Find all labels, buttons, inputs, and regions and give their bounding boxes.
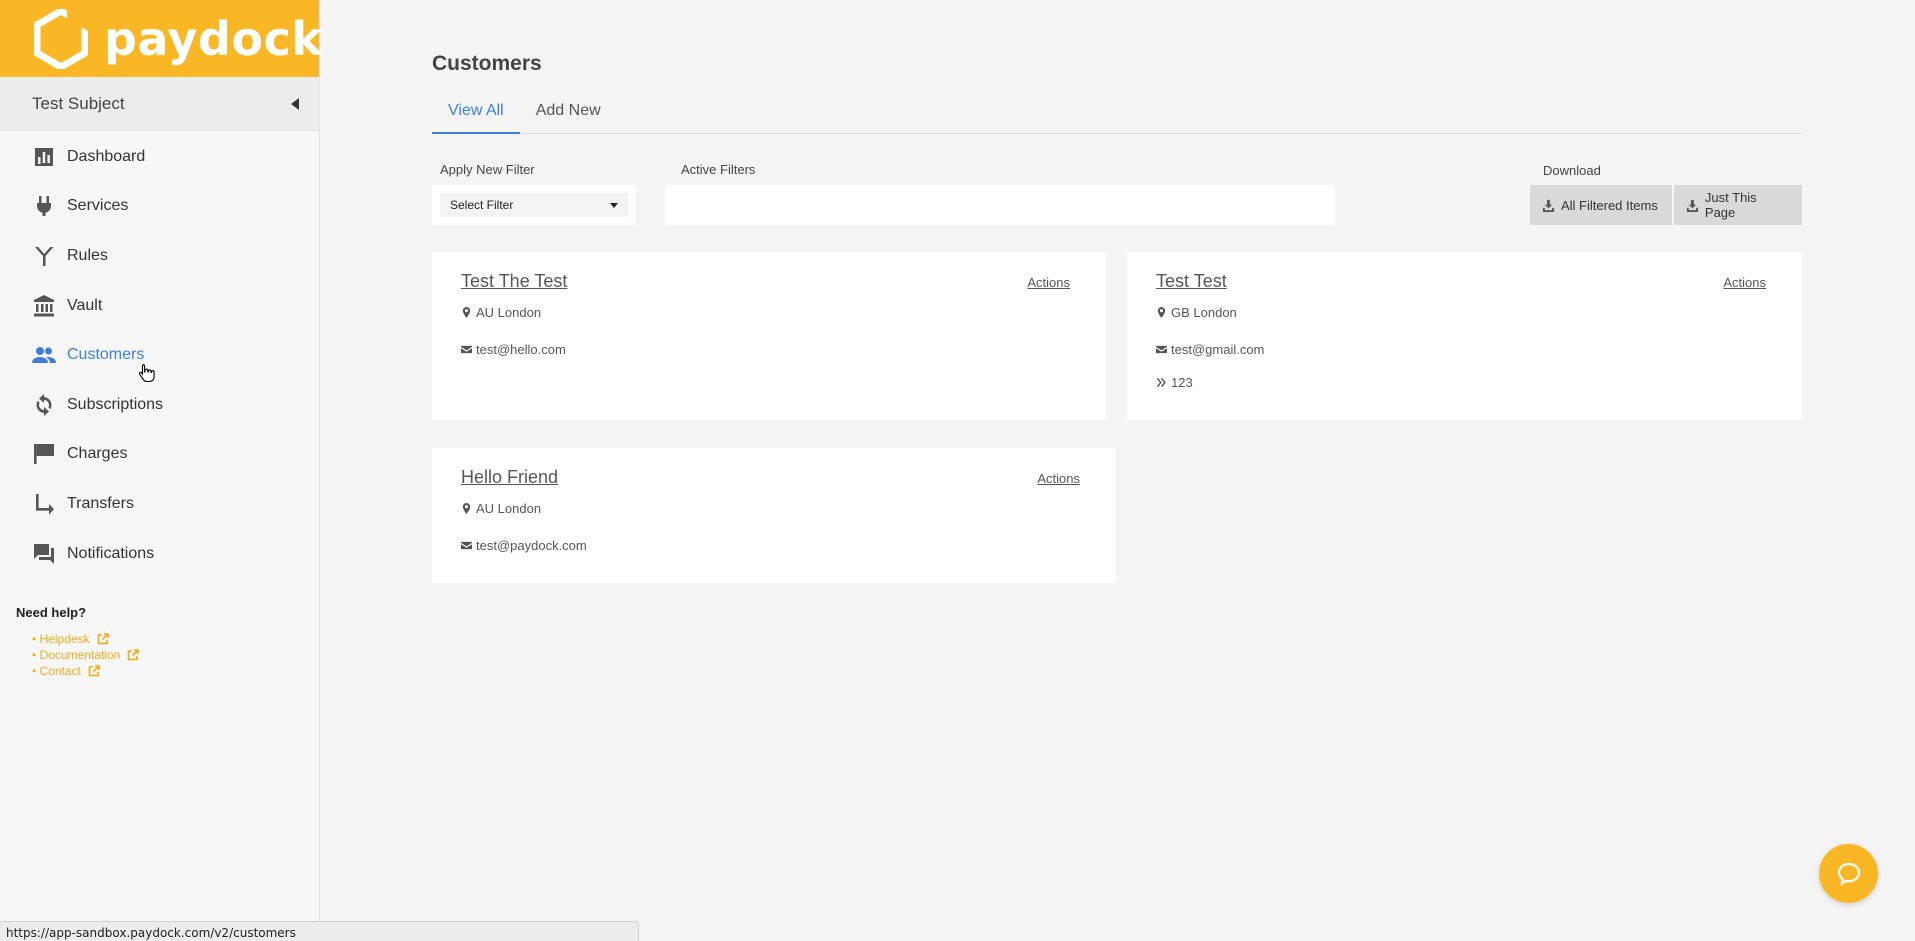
sidebar-item-label: Notifications: [67, 544, 155, 562]
chat-bubbles-icon: [32, 542, 56, 566]
chat-bubble-icon: [1837, 862, 1860, 886]
sidebar-nav: Dashboard Services Rules Vault Customers: [0, 131, 319, 578]
customer-location: AU London: [461, 501, 541, 516]
download-label: Download: [1543, 163, 1601, 178]
customer-card: Test The Test Actions AU London test@hel…: [432, 252, 1106, 420]
map-marker-icon: [1157, 307, 1166, 318]
customer-location: AU London: [461, 305, 541, 320]
people-icon: [32, 343, 56, 367]
download-icon: [1686, 199, 1698, 212]
tab-add-new[interactable]: Add New: [520, 96, 617, 134]
customer-email-text: test@paydock.com: [476, 538, 587, 553]
sidebar-item-label: Customers: [67, 346, 145, 364]
download-all-filtered-button[interactable]: All Filtered Items: [1530, 185, 1672, 225]
customer-name-link[interactable]: Test Test: [1156, 271, 1227, 292]
help-title: Need help?: [16, 605, 87, 621]
sidebar-item-label: Dashboard: [67, 147, 146, 165]
sidebar-item-rules[interactable]: Rules: [0, 231, 319, 281]
envelope-icon: [1156, 345, 1167, 354]
logo[interactable]: paydock: [0, 0, 323, 77]
customer-name-link[interactable]: Test The Test: [461, 271, 567, 292]
apply-filter-label: Apply New Filter: [440, 162, 535, 177]
sidebar-item-dashboard[interactable]: Dashboard: [0, 132, 319, 182]
page-title: Customers: [432, 52, 542, 75]
sidebar: paydock Test Subject Dashboard Services …: [0, 0, 323, 941]
sidebar-item-label: Subscriptions: [67, 395, 164, 413]
filter-select-value: Select Filter: [450, 198, 514, 212]
customer-card: Test Test Actions GB London test@gmail.c…: [1127, 252, 1802, 420]
brand-name: paydock: [104, 11, 323, 66]
external-link-icon: [127, 649, 140, 661]
account-switcher[interactable]: Test Subject: [0, 77, 319, 131]
help-link-item: • Documentation: [32, 647, 319, 663]
help-link-item: • Contact: [32, 663, 319, 679]
status-bar-url: https://app-sandbox.paydock.com/v2/custo…: [0, 921, 639, 941]
customer-email-text: test@hello.com: [476, 342, 566, 357]
sidebar-item-label: Rules: [67, 246, 108, 264]
helpdesk-link[interactable]: • Helpdesk: [32, 631, 90, 647]
download-icon: [1542, 199, 1555, 212]
documentation-link[interactable]: • Documentation: [32, 647, 120, 663]
double-chevron-right-icon: [1156, 377, 1166, 388]
active-filters-label: Active Filters: [681, 162, 756, 177]
customer-email: test@paydock.com: [461, 538, 587, 553]
download-this-page-button[interactable]: Just This Page: [1674, 185, 1802, 225]
sidebar-item-customers[interactable]: Customers: [0, 330, 319, 380]
customer-email: test@hello.com: [461, 342, 566, 357]
envelope-icon: [461, 345, 472, 354]
help-links: • Helpdesk • Documentation • Contact: [32, 631, 319, 679]
external-link-icon: [88, 665, 100, 677]
turn-right-arrow-icon: [32, 492, 56, 516]
filter-select[interactable]: Select Filter: [440, 193, 628, 217]
sidebar-item-charges[interactable]: Charges: [0, 430, 319, 480]
customer-location-text: AU London: [476, 501, 542, 516]
sidebar-item-transfers[interactable]: Transfers: [0, 479, 319, 529]
external-link-icon: [97, 633, 109, 645]
customer-reference: 123: [1156, 375, 1193, 390]
plug-icon: [32, 194, 56, 218]
download-all-filtered-label: All Filtered Items: [1561, 197, 1658, 213]
sidebar-item-subscriptions[interactable]: Subscriptions: [0, 380, 319, 430]
chat-launcher-button[interactable]: [1819, 844, 1878, 903]
customer-name-link[interactable]: Hello Friend: [461, 467, 558, 488]
help-link-item: • Helpdesk: [32, 631, 319, 647]
sidebar-item-label: Transfers: [67, 494, 134, 512]
customer-email-text: test@gmail.com: [1171, 342, 1265, 357]
filter-bar: Apply New Filter Select Filter Active Fi…: [432, 160, 1802, 226]
contact-link[interactable]: • Contact: [32, 663, 81, 679]
sidebar-item-label: Services: [67, 197, 129, 215]
sidebar-item-notifications[interactable]: Notifications: [0, 529, 319, 579]
tab-view-all[interactable]: View All: [432, 96, 520, 134]
active-filters-box[interactable]: [665, 185, 1335, 225]
map-marker-icon: [462, 307, 471, 318]
sidebar-item-label: Charges: [67, 445, 128, 463]
customer-card: Hello Friend Actions AU London test@payd…: [432, 448, 1116, 583]
collapse-sidebar-icon[interactable]: [291, 97, 299, 110]
bar-chart-icon: [32, 145, 56, 169]
actions-link[interactable]: Actions: [1723, 275, 1766, 290]
customer-location-text: GB London: [1171, 305, 1237, 320]
tabs: View All Add New: [432, 96, 1802, 134]
customer-email: test@gmail.com: [1156, 342, 1264, 357]
flag-icon: [32, 442, 56, 466]
sidebar-item-services[interactable]: Services: [0, 182, 319, 232]
filter-select-wrapper: Select Filter: [432, 185, 636, 225]
refresh-icon: [32, 393, 56, 417]
map-marker-icon: [462, 503, 471, 514]
sidebar-item-vault[interactable]: Vault: [0, 281, 319, 331]
customer-location-text: AU London: [476, 305, 542, 320]
paydock-logo-icon: [33, 6, 89, 71]
customer-location: GB London: [1156, 305, 1237, 320]
caret-down-icon: [610, 202, 618, 208]
account-name: Test Subject: [32, 93, 125, 113]
actions-link[interactable]: Actions: [1037, 471, 1080, 486]
fork-icon: [32, 244, 56, 268]
sidebar-item-label: Vault: [67, 296, 103, 314]
actions-link[interactable]: Actions: [1027, 275, 1070, 290]
envelope-icon: [461, 541, 472, 550]
bank-icon: [32, 294, 56, 318]
download-this-page-label: Just This Page: [1704, 190, 1757, 220]
hand-pointer-cursor-icon: [138, 363, 156, 383]
customer-reference-text: 123: [1171, 375, 1193, 390]
